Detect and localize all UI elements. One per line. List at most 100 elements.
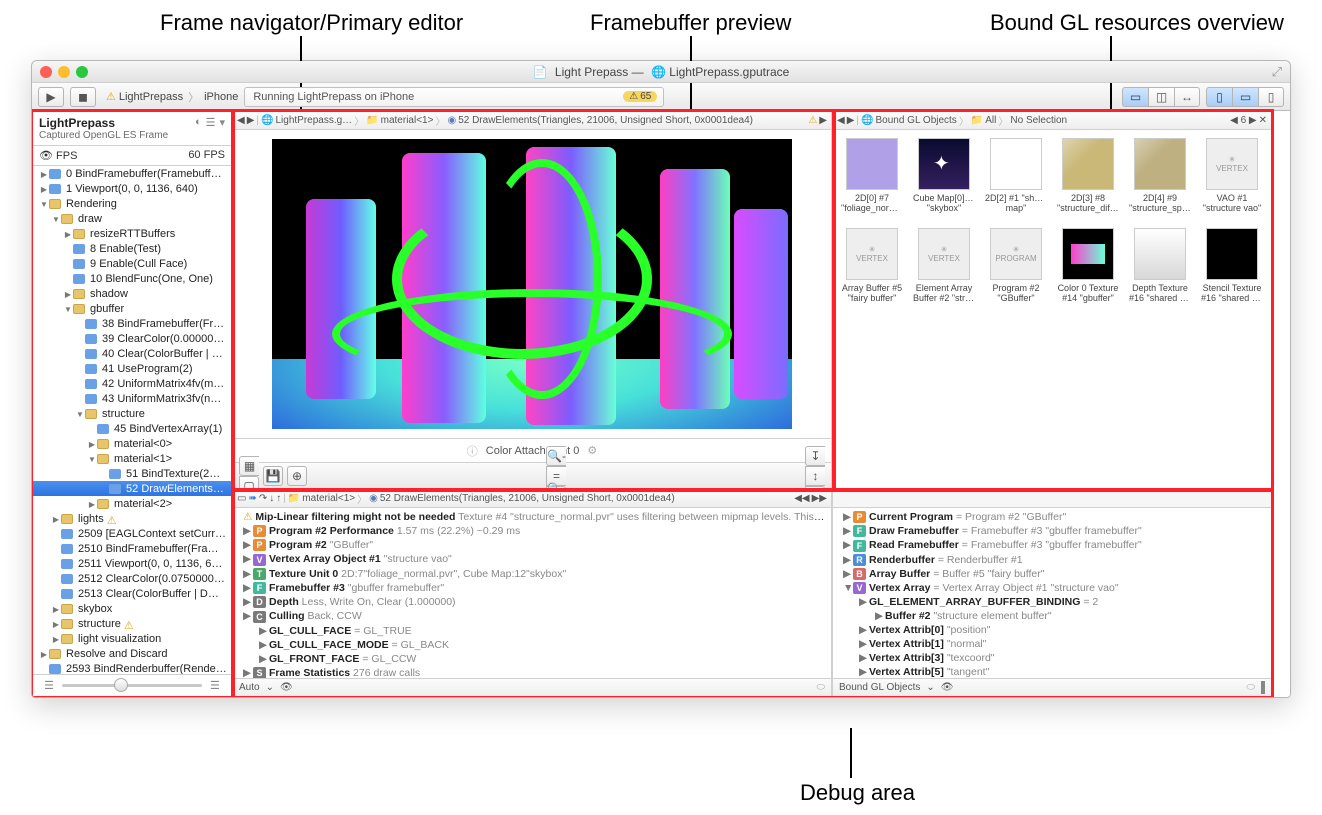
resource-thumb[interactable]: Depth Texture#16 "shared de…	[1129, 228, 1191, 304]
filter-icon-2[interactable]: ⬭	[1246, 682, 1255, 693]
resources-jump-bar[interactable]: ◀▶| 🌐Bound GL Objects〉 📁All〉 No Selectio…	[833, 112, 1271, 130]
resource-thumb[interactable]: 2D[3] #8"structure_diffu…	[1057, 138, 1119, 214]
warning-badge[interactable]: ⚠ 65	[623, 91, 657, 102]
editor-mode-assistant[interactable]: ◫	[1148, 87, 1174, 107]
tree-item[interactable]: 39 ClearColor(0.0000000, 0…	[33, 331, 231, 346]
debug-jump-bar[interactable]: ▭ ➠ ↷ ↓ ↑ | 📁material<1>〉 ◉52 DrawElemen…	[233, 490, 831, 508]
debug-row[interactable]: ▶TTexture Unit 0 2D:7"foliage_normal.pvr…	[233, 567, 831, 581]
tree-item[interactable]: Rendering	[33, 196, 231, 211]
editor-jump-bar[interactable]: ◀▶| 🌐LightPrepass.g…〉 📁material<1>〉 ◉52 …	[233, 112, 831, 130]
debug-row[interactable]: ▶FDraw Framebuffer = Framebuffer #3 "gbu…	[833, 524, 1271, 538]
tree-item[interactable]: 2512 ClearColor(0.0750000, 0…	[33, 571, 231, 586]
resources-grid[interactable]: 2D[0] #7"foliage_normal…✦Cube Map[0] #12…	[833, 130, 1271, 488]
debug-row[interactable]: ▶DDepth Less, Write On, Clear (1.000000)	[233, 595, 831, 609]
resource-thumb[interactable]: 2D[4] #9"structure_spec…	[1129, 138, 1191, 214]
debug-row[interactable]: ▶PCurrent Program = Program #2 "GBuffer"	[833, 510, 1271, 524]
tree-item[interactable]: 51 BindTexture(2D, 7)	[33, 466, 231, 481]
tree-item[interactable]: 2513 Clear(ColorBuffer | D… ⚠	[33, 586, 231, 601]
tree-item[interactable]: 52 DrawElements(… ⚠	[33, 481, 231, 496]
resource-thumb[interactable]: 2D[2] #1 "shadowmap"	[985, 138, 1047, 214]
assistant-close-icon[interactable]: ✕	[1259, 115, 1267, 126]
debug-row[interactable]: ▶GL_CULL_FACE_MODE = GL_BACK	[233, 638, 831, 652]
target-icon[interactable]: ⊕	[287, 466, 307, 486]
step-in-icon[interactable]: ↓	[269, 493, 274, 504]
resource-thumb[interactable]: ✦Cube Map[0] #12"skybox"	[913, 138, 975, 214]
nav-filter-icon[interactable]: ◐	[195, 116, 202, 129]
tree-item[interactable]: 40 Clear(ColorBuffer | Stenci…	[33, 346, 231, 361]
run-button[interactable]: ▶	[38, 87, 64, 107]
tree-item[interactable]: 42 UniformMatrix4fv(model…	[33, 376, 231, 391]
call-tree[interactable]: 0 BindFramebuffer(Framebuffer, 1) 1 View…	[33, 166, 231, 674]
framebuffer-image[interactable]	[233, 130, 831, 438]
tree-item[interactable]: shadow	[33, 286, 231, 301]
flip-v-icon[interactable]: ↕	[805, 466, 825, 486]
tree-item[interactable]: lights ⚠	[33, 511, 231, 526]
tree-item[interactable]: 45 BindVertexArray(1)	[33, 421, 231, 436]
debug-row[interactable]: ▶VVertex Array Object #1 "structure vao"	[233, 552, 831, 566]
resource-thumb[interactable]: ✳VERTEXVAO #1"structure vao"	[1201, 138, 1263, 214]
auto-selector[interactable]: ⌄	[266, 682, 274, 693]
nav-list-icon[interactable]: ☰	[206, 116, 216, 129]
debug-row[interactable]: ▶Vertex Attrib[5] "tangent"	[833, 665, 1271, 678]
tree-item[interactable]: structure	[33, 406, 231, 421]
debug-row[interactable]: ▶GL_FRONT_FACE = GL_CCW	[233, 652, 831, 666]
view-grid-icon[interactable]: ▦	[239, 456, 259, 476]
save-icon[interactable]: 💾	[263, 466, 283, 486]
tree-item[interactable]: 1 Viewport(0, 0, 1136, 640)	[33, 181, 231, 196]
stop-button[interactable]: ◼	[70, 87, 96, 107]
resource-thumb[interactable]: Color 0 Texture#14 "gbuffer"	[1057, 228, 1119, 304]
quicklook-icon-2[interactable]: 👁	[941, 682, 954, 693]
debug-row[interactable]: ▶CCulling Back, CCW	[233, 609, 831, 623]
toggle-utilities[interactable]: ▯	[1258, 87, 1284, 107]
debug-row[interactable]: ▶SFrame Statistics 276 draw calls	[233, 666, 831, 678]
editor-mode-standard[interactable]: ▭	[1122, 87, 1148, 107]
tree-item[interactable]: material<2>	[33, 496, 231, 511]
tree-item[interactable]: 2593 BindRenderbuffer(Renderbuffer, 1)	[33, 661, 231, 674]
zoom-out[interactable]: 🔍-	[546, 446, 566, 466]
tree-item[interactable]: 8 Enable(Test)	[33, 241, 231, 256]
tree-item[interactable]: 41 UseProgram(2)	[33, 361, 231, 376]
tree-item[interactable]: draw	[33, 211, 231, 226]
debug-row[interactable]: ▶FFramebuffer #3 "gbuffer framebuffer"	[233, 581, 831, 595]
toggle-debug-area[interactable]: ▭	[1232, 87, 1258, 107]
debug-row[interactable]: ▶RRenderbuffer = Renderbuffer #1	[833, 553, 1271, 567]
resource-thumb[interactable]: ✳VERTEXElement ArrayBuffer #2 "struc…	[913, 228, 975, 304]
navigator-scrubber[interactable]: ☰ ☰	[33, 674, 231, 696]
tree-item[interactable]: light visualization	[33, 631, 231, 646]
step-out-icon[interactable]: ↑	[276, 493, 281, 504]
scheme-selector[interactable]: ⚠ LightPrepass 〉 iPhone	[106, 89, 238, 105]
view-single-icon[interactable]: ▢	[239, 476, 259, 490]
toggle-navigator[interactable]: ▯	[1206, 87, 1232, 107]
bound-selector[interactable]: ⌄	[926, 682, 934, 693]
tree-item[interactable]: 43 UniformMatrix3fv(norma…	[33, 391, 231, 406]
debug-row[interactable]: ▶Vertex Attrib[1] "normal"	[833, 637, 1271, 651]
info-icon[interactable]: ⓘ	[467, 443, 478, 459]
quicklook-icon[interactable]: 👁	[280, 682, 293, 693]
tree-item[interactable]: structure ⚠	[33, 616, 231, 631]
debug-row[interactable]: ▶GL_ELEMENT_ARRAY_BUFFER_BINDING = 2	[833, 595, 1271, 609]
tree-item[interactable]: 2510 BindFramebuffer(Fra… ⚠	[33, 541, 231, 556]
settings-icon[interactable]: ⚙	[587, 444, 597, 457]
filter-icon[interactable]: ⬭	[816, 682, 825, 693]
resource-thumb[interactable]: ✳PROGRAMProgram #2"GBuffer"	[985, 228, 1047, 304]
tree-item[interactable]: material<1>	[33, 451, 231, 466]
continue-icon[interactable]: ➠	[248, 493, 256, 504]
debug-row[interactable]: ▶Vertex Attrib[3] "texcoord"	[833, 651, 1271, 665]
tree-item[interactable]: 0 BindFramebuffer(Framebuffer, 1)	[33, 166, 231, 181]
debug-row[interactable]: ⚠ Mip-Linear filtering might not be need…	[233, 510, 831, 524]
resource-thumb[interactable]: Stencil Texture#16 "shared de…	[1201, 228, 1263, 304]
step-over-icon[interactable]: ↷	[259, 493, 267, 504]
tree-item[interactable]: 38 BindFramebuffer(Fra… ⚠	[33, 316, 231, 331]
resource-thumb[interactable]: 2D[0] #7"foliage_normal…	[841, 138, 903, 214]
flip-h-icon[interactable]: ↧	[805, 446, 825, 466]
resource-thumb[interactable]: ✳VERTEXArray Buffer #5"fairy buffer"	[841, 228, 903, 304]
tree-item[interactable]: material<0>	[33, 436, 231, 451]
tree-item[interactable]: 9 Enable(Cull Face)	[33, 256, 231, 271]
tree-item[interactable]: gbuffer	[33, 301, 231, 316]
tree-item[interactable]: 2511 Viewport(0, 0, 1136, 640)	[33, 556, 231, 571]
debug-row[interactable]: ▶GL_CULL_FACE = GL_TRUE	[233, 624, 831, 638]
tree-item[interactable]: resizeRTTBuffers	[33, 226, 231, 241]
tree-item[interactable]: 2509 [EAGLContext setCurrent…	[33, 526, 231, 541]
tree-item[interactable]: Resolve and Discard	[33, 646, 231, 661]
tree-item[interactable]: skybox	[33, 601, 231, 616]
